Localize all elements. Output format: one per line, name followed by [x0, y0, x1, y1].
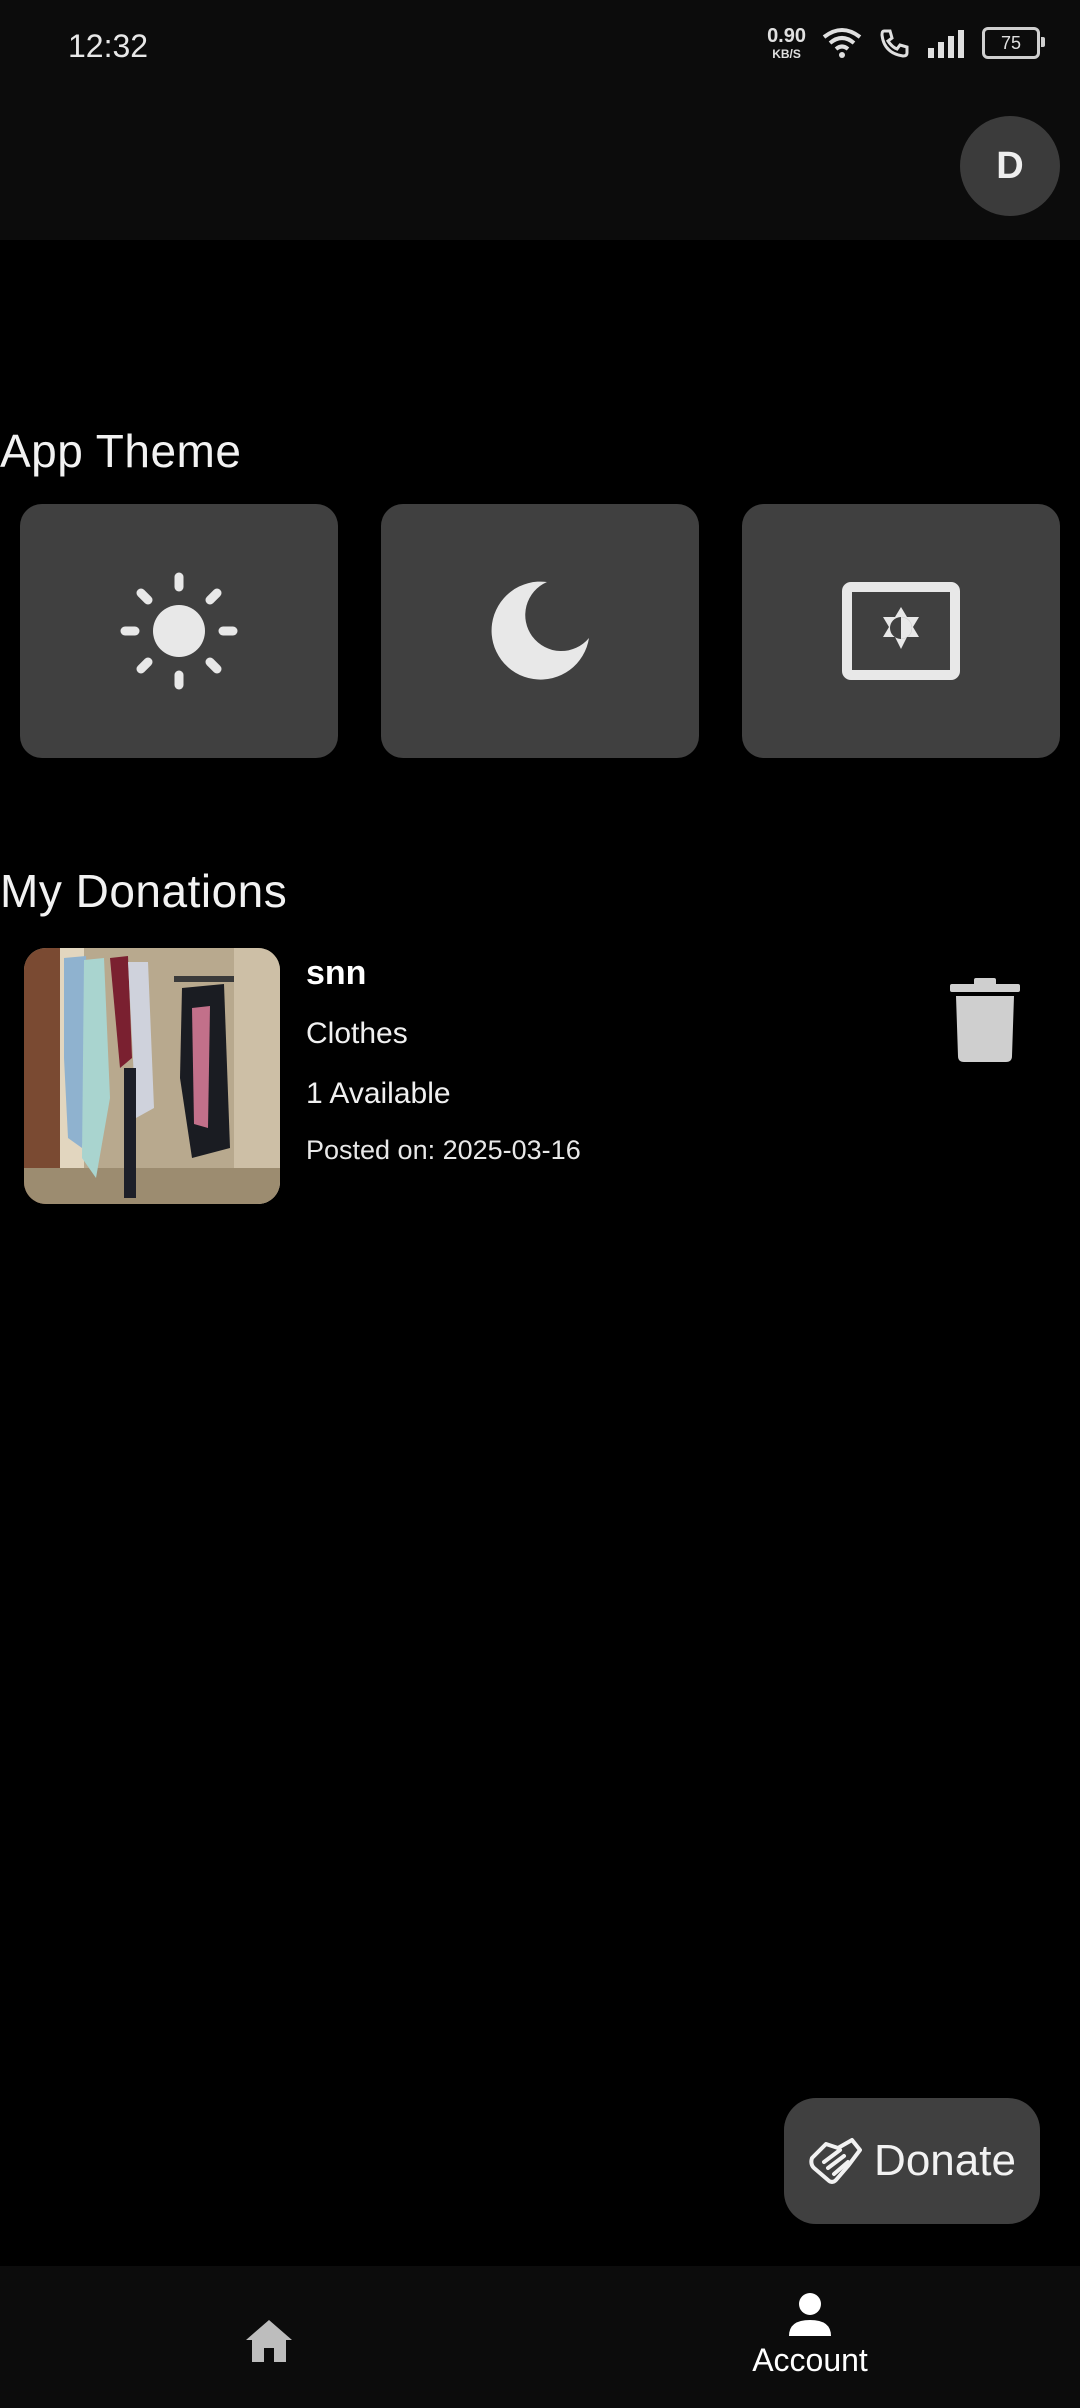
- donate-label: Donate: [874, 2136, 1016, 2185]
- handshake-icon: [809, 2138, 863, 2184]
- donation-name: snn: [306, 954, 367, 992]
- avatar-letter: D: [996, 144, 1024, 187]
- donation-posted-date: Posted on: 2025-03-16: [306, 1135, 581, 1165]
- theme-dark-button[interactable]: [381, 504, 699, 758]
- theme-system-button[interactable]: [742, 504, 1060, 758]
- network-speed-unit: KB/S: [772, 47, 801, 61]
- theme-options: [20, 504, 1060, 758]
- home-icon: [246, 2320, 292, 2362]
- network-speed: 0.90 KB/S: [767, 26, 806, 60]
- delete-icon[interactable]: [950, 978, 1020, 1062]
- nav-account[interactable]: Account: [720, 2292, 900, 2379]
- wifi-icon: [822, 28, 862, 58]
- theme-light-button[interactable]: [20, 504, 338, 758]
- call-icon: [880, 29, 909, 58]
- nav-account-label: Account: [752, 2342, 868, 2378]
- network-speed-value: 0.90: [767, 25, 806, 47]
- status-icons: 0.90 KB/S 75: [767, 26, 1045, 60]
- donation-category: Clothes: [306, 1017, 408, 1050]
- donation-info: snn Clothes 1 Available Posted on: 2025-…: [306, 948, 581, 1166]
- status-time: 12:32: [68, 28, 149, 64]
- donation-image: [24, 948, 280, 1204]
- donate-button[interactable]: Donate: [784, 2098, 1040, 2224]
- battery-level: 75: [1000, 32, 1022, 53]
- battery-icon: 75: [982, 27, 1045, 59]
- moon-icon: [491, 581, 589, 680]
- brightness-auto-icon: [842, 582, 960, 680]
- sun-icon: [120, 572, 238, 690]
- donation-availability: 1 Available: [306, 1077, 451, 1110]
- clothes-photo: [24, 948, 280, 1204]
- status-bar: 12:32 0.90 KB/S 75: [0, 0, 1080, 96]
- my-donations-title: My Donations: [0, 865, 288, 917]
- donation-card[interactable]: snn Clothes 1 Available Posted on: 2025-…: [24, 948, 1064, 1204]
- avatar[interactable]: D: [960, 116, 1060, 216]
- bottom-navigation: Account: [0, 2266, 1080, 2408]
- app-bar: D: [0, 96, 1080, 240]
- signal-icon: [928, 30, 964, 58]
- nav-home[interactable]: [224, 2306, 314, 2376]
- app-theme-title: App Theme: [0, 425, 242, 477]
- person-icon: [789, 2293, 831, 2336]
